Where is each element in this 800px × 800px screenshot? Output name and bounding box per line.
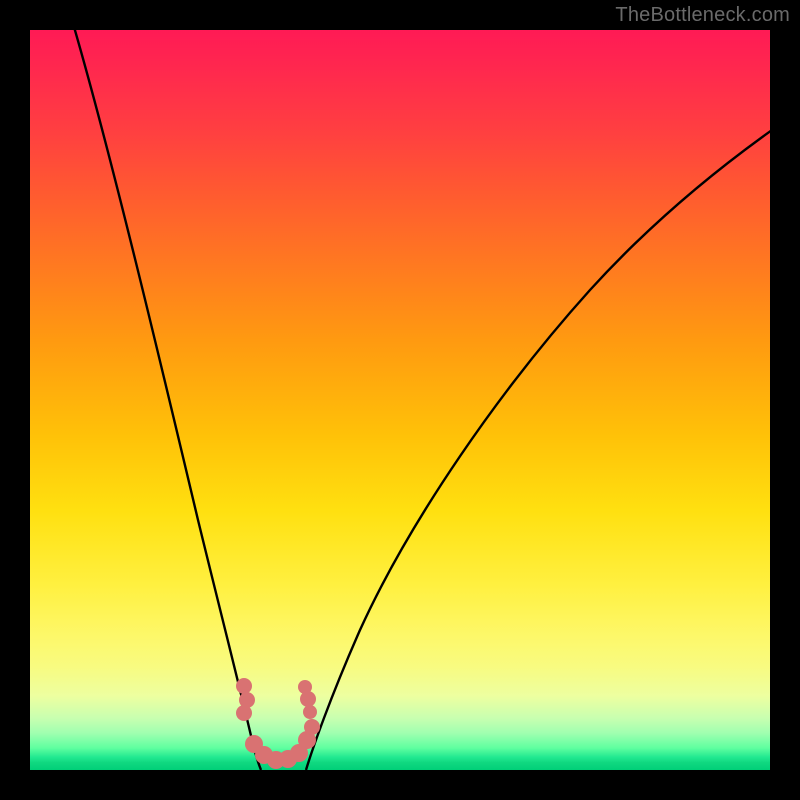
plot-area xyxy=(30,30,770,770)
curve-right-branch xyxy=(306,130,770,770)
chart-frame: TheBottleneck.com xyxy=(0,0,800,800)
curve-left-branch xyxy=(72,30,261,770)
watermark-text: TheBottleneck.com xyxy=(615,4,790,27)
bottleneck-curve xyxy=(30,30,770,770)
